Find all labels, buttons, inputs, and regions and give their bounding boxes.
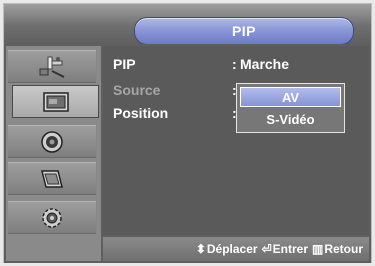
menu-content: PIP : Marche Source : Position : AV S-Vi… <box>103 46 369 235</box>
picture-icon <box>38 88 74 116</box>
footer-hints: ⬍ Déplacer ⏎ Entrer ▥ Retour <box>103 237 369 261</box>
enter-label: Entrer <box>272 242 308 256</box>
sound-icon <box>34 128 70 156</box>
source-label: Source <box>113 82 161 98</box>
menu-icon: ▥ <box>311 242 324 256</box>
move-hint: ⬍ Déplacer <box>196 242 258 256</box>
move-label: Déplacer <box>206 242 258 256</box>
menu-body: PIP : Marche Source : Position : AV S-Vi… <box>4 44 371 263</box>
header-bar: PIP <box>4 4 371 45</box>
pip-value: Marche <box>240 56 290 72</box>
sidebar <box>6 46 101 261</box>
sidebar-item-input[interactable] <box>8 50 96 83</box>
channel-icon <box>34 165 70 193</box>
osd-window: PIP PIP: Marche Source: Position: AV … <box>3 3 372 263</box>
dropdown-option-svideo[interactable]: S-Vidéo <box>240 109 341 129</box>
source-dropdown[interactable]: AV S-Vidéo <box>236 83 345 133</box>
input-icon <box>34 53 70 81</box>
enter-hint: ⏎ Entrer <box>262 242 308 256</box>
return-label: Retour <box>324 242 363 256</box>
sidebar-item-channel[interactable] <box>8 162 96 195</box>
enter-icon: ⏎ <box>261 242 272 256</box>
updown-arrow-icon: ⬍ <box>195 242 206 256</box>
position-label: Position <box>113 105 169 121</box>
pip-separator: : <box>232 56 237 72</box>
menu-title: PIP <box>134 17 354 45</box>
sidebar-item-picture[interactable] <box>12 85 99 118</box>
dropdown-option-av[interactable]: AV <box>240 87 341 107</box>
return-hint: ▥ Retour <box>312 242 363 256</box>
setup-icon <box>34 204 70 232</box>
sidebar-item-sound[interactable] <box>8 125 96 158</box>
sidebar-item-setup[interactable] <box>8 201 96 234</box>
pip-label: PIP <box>113 56 136 72</box>
